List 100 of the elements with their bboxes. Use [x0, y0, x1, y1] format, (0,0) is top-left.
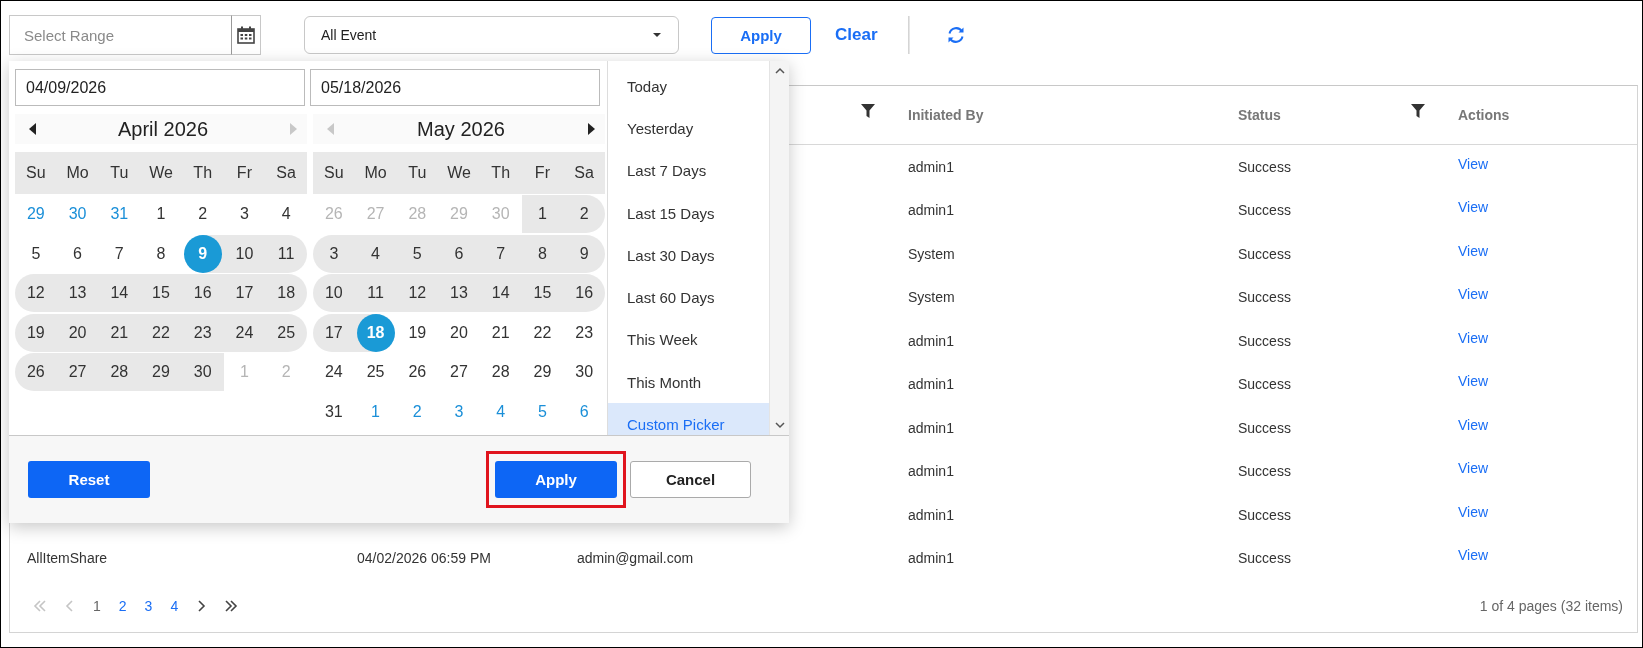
scroll-up-icon[interactable]	[774, 67, 785, 74]
calendar-day[interactable]: 25	[267, 313, 306, 352]
calendar-day[interactable]: 18	[267, 274, 306, 312]
calendar-day[interactable]: 11	[356, 274, 395, 312]
start-date-field[interactable]: 04/09/2026	[15, 69, 305, 106]
calendar-day[interactable]: 26	[16, 353, 55, 391]
calendar-day[interactable]: 27	[440, 353, 478, 391]
calendar-day[interactable]: 19	[16, 313, 55, 352]
last-page-icon[interactable]	[224, 599, 239, 612]
calendar-day[interactable]: 5	[16, 234, 55, 273]
page-link[interactable]: 3	[135, 597, 162, 614]
preset-option[interactable]: Yesterday	[608, 107, 769, 150]
apply-button[interactable]: Apply	[711, 16, 811, 54]
preset-option[interactable]: This Month	[608, 361, 769, 404]
calendar-day[interactable]: 14	[100, 274, 139, 312]
calendar-day[interactable]: 4	[267, 195, 306, 233]
calendar-day[interactable]: 17	[314, 313, 353, 352]
calendar-day[interactable]: 5	[523, 392, 562, 431]
calendar-day[interactable]: 17	[225, 274, 264, 312]
view-link[interactable]: View	[1458, 416, 1489, 433]
calendar-day[interactable]: 23	[565, 313, 604, 352]
calendar-day[interactable]: 31	[100, 195, 139, 233]
view-link[interactable]: View	[1458, 547, 1489, 564]
page-link[interactable]: 4	[161, 597, 188, 614]
event-dropdown[interactable]: All Event	[304, 16, 679, 54]
calendar-day[interactable]: 14	[481, 274, 520, 312]
preset-option[interactable]: This Week	[608, 318, 769, 362]
calendar-day[interactable]: 11	[267, 234, 306, 273]
calendar-day[interactable]: 12	[16, 274, 55, 312]
calendar-day[interactable]: 31	[314, 392, 353, 431]
calendar-day[interactable]: 16	[183, 274, 222, 312]
calendar-day[interactable]: 29	[523, 353, 562, 391]
calendar-day[interactable]: 12	[398, 274, 437, 312]
calendar-day[interactable]: 6	[565, 392, 604, 431]
scroll-down-icon[interactable]	[774, 422, 785, 429]
calendar-day[interactable]: 7	[100, 234, 139, 273]
calendar-day[interactable]: 5	[398, 234, 437, 273]
end-date-field[interactable]: 05/18/2026	[310, 69, 600, 106]
calendar-day[interactable]: 3	[440, 392, 478, 431]
previous-month-icon[interactable]	[29, 123, 37, 135]
calendar-day[interactable]: 10	[314, 274, 353, 312]
calendar-day[interactable]: 19	[398, 313, 437, 352]
calendar-day[interactable]: 30	[58, 195, 97, 233]
calendar-day[interactable]: 26	[398, 353, 437, 391]
preset-option[interactable]: Last 60 Days	[608, 276, 769, 319]
calendar-day[interactable]: 30	[183, 353, 222, 391]
preset-option[interactable]: Today	[608, 65, 769, 108]
filter-icon[interactable]	[861, 104, 875, 118]
view-link[interactable]: View	[1458, 373, 1489, 390]
view-link[interactable]: View	[1458, 460, 1489, 477]
calendar-day[interactable]: 2	[398, 392, 437, 431]
calendar-day[interactable]: 6	[440, 234, 478, 273]
reset-button[interactable]: Reset	[28, 461, 150, 498]
calendar-day[interactable]: 25	[356, 353, 395, 391]
view-link[interactable]: View	[1458, 286, 1489, 303]
clear-button[interactable]: Clear	[827, 21, 886, 49]
calendar-day[interactable]: 20	[58, 313, 97, 352]
calendar-day[interactable]: 16	[565, 274, 604, 312]
calendar-day[interactable]: 29	[142, 353, 180, 391]
calendar-day[interactable]: 2	[183, 195, 222, 233]
calendar-day[interactable]: 24	[225, 313, 264, 352]
next-month-icon[interactable]	[587, 123, 595, 135]
calendar-day[interactable]: 22	[523, 313, 562, 352]
calendar-day[interactable]: 10	[225, 234, 264, 273]
preset-option[interactable]: Last 15 Days	[608, 191, 769, 235]
calendar-day[interactable]: 29	[16, 195, 55, 233]
calendar-button[interactable]	[231, 15, 261, 55]
next-page-icon[interactable]	[196, 599, 207, 612]
view-link[interactable]: View	[1458, 155, 1489, 172]
calendar-day[interactable]: 13	[440, 274, 478, 312]
calendar-day[interactable]: 28	[100, 353, 139, 391]
scrollbar[interactable]	[769, 61, 789, 435]
calendar-day[interactable]: 7	[481, 234, 520, 273]
calendar-day[interactable]: 8	[142, 234, 180, 273]
calendar-day[interactable]: 1	[142, 195, 180, 233]
view-link[interactable]: View	[1458, 242, 1489, 259]
calendar-day[interactable]: 15	[142, 274, 180, 312]
view-link[interactable]: View	[1458, 503, 1489, 520]
view-link[interactable]: View	[1458, 199, 1489, 216]
calendar-day[interactable]: 20	[440, 313, 478, 352]
calendar-day[interactable]: 27	[58, 353, 97, 391]
apply-button[interactable]: Apply	[495, 461, 617, 498]
calendar-day[interactable]: 9	[565, 234, 604, 273]
calendar-day[interactable]: 8	[523, 234, 562, 273]
calendar-day[interactable]: 23	[183, 313, 222, 352]
calendar-day[interactable]: 1	[523, 195, 562, 233]
preset-option[interactable]: Last 30 Days	[608, 234, 769, 277]
cancel-button[interactable]: Cancel	[630, 461, 751, 498]
calendar-day[interactable]: 2	[565, 195, 604, 233]
calendar-day[interactable]: 13	[58, 274, 97, 312]
calendar-day[interactable]: 4	[481, 392, 520, 431]
calendar-day[interactable]: 21	[481, 313, 520, 352]
calendar-day[interactable]: 28	[481, 353, 520, 391]
date-range-field[interactable]: Select Range	[9, 15, 231, 55]
calendar-day[interactable]: 3	[314, 234, 353, 273]
calendar-day[interactable]: 1	[356, 392, 395, 431]
calendar-day[interactable]: 24	[314, 353, 353, 391]
calendar-day[interactable]: 21	[100, 313, 139, 352]
calendar-day[interactable]: 15	[523, 274, 562, 312]
page-link[interactable]: 1	[84, 597, 110, 614]
